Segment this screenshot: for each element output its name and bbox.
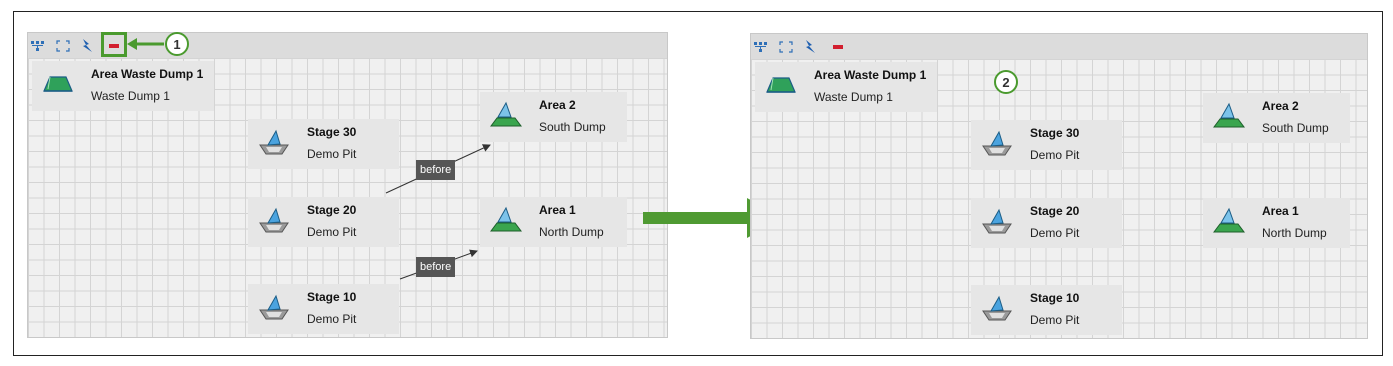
pit-stage-icon: [979, 206, 1015, 236]
node-title: Stage 10: [1030, 291, 1080, 305]
pit-stage-icon: [256, 205, 292, 235]
callout-arrow: [127, 38, 164, 50]
waste-dump-icon: [40, 69, 76, 99]
diagram-toolbar: [751, 34, 1367, 59]
node-stage-10[interactable]: Stage 10 Demo Pit: [248, 284, 399, 334]
node-stage-20[interactable]: Stage 20 Demo Pit: [248, 197, 399, 247]
node-area-2[interactable]: Area 2 South Dump: [480, 92, 627, 142]
callout-1: 1: [165, 32, 189, 56]
right-diagram-panel: Area Waste Dump 1 Waste Dump 1 Stage 30 …: [750, 33, 1368, 339]
pit-stage-icon: [256, 127, 292, 157]
node-subtitle: North Dump: [1262, 226, 1327, 240]
auto-layout-icon[interactable]: [802, 39, 818, 55]
node-area-1[interactable]: Area 1 North Dump: [480, 197, 627, 247]
node-title: Area 1: [539, 203, 576, 217]
dependency-tag-before[interactable]: before: [416, 257, 456, 277]
dump-area-icon: [1211, 101, 1247, 131]
node-title: Stage 20: [307, 203, 357, 217]
node-title: Stage 20: [1030, 204, 1080, 218]
dump-area-icon: [488, 205, 524, 235]
node-subtitle: Demo Pit: [1030, 313, 1080, 327]
pit-stage-icon: [979, 293, 1015, 323]
node-subtitle: Waste Dump 1: [91, 89, 170, 103]
node-title: Stage 30: [1030, 126, 1080, 140]
highlight-box: [101, 32, 127, 57]
node-subtitle: North Dump: [539, 225, 604, 239]
node-subtitle: Demo Pit: [1030, 226, 1080, 240]
left-diagram-panel: Area Waste Dump 1 Waste Dump 1 Stage 30 …: [27, 32, 668, 338]
dump-area-icon: [1211, 206, 1247, 236]
node-area-2[interactable]: Area 2 South Dump: [1203, 93, 1350, 143]
node-area-1[interactable]: Area 1 North Dump: [1203, 198, 1350, 248]
node-subtitle: Waste Dump 1: [814, 90, 893, 104]
dependency-tag-before[interactable]: before: [416, 160, 456, 180]
node-title: Area 1: [1262, 204, 1299, 218]
node-title: Stage 30: [307, 125, 357, 139]
node-title: Area 2: [539, 98, 576, 112]
node-subtitle: Demo Pit: [1030, 148, 1080, 162]
node-area-waste-dump-1[interactable]: Area Waste Dump 1 Waste Dump 1: [755, 62, 937, 112]
pit-stage-icon: [256, 292, 292, 322]
node-subtitle: South Dump: [539, 120, 606, 134]
waste-dump-icon: [763, 70, 799, 100]
pit-stage-icon: [979, 128, 1015, 158]
dump-area-icon: [488, 100, 524, 130]
node-stage-10[interactable]: Stage 10 Demo Pit: [971, 285, 1122, 335]
callout-2: 2: [994, 70, 1018, 94]
fit-view-icon[interactable]: [778, 39, 794, 55]
node-stage-30[interactable]: Stage 30 Demo Pit: [248, 119, 399, 169]
node-subtitle: Demo Pit: [307, 147, 357, 161]
node-title: Stage 10: [307, 290, 357, 304]
node-subtitle: Demo Pit: [307, 312, 357, 326]
node-area-waste-dump-1[interactable]: Area Waste Dump 1 Waste Dump 1: [32, 61, 214, 111]
node-subtitle: South Dump: [1262, 121, 1329, 135]
node-title: Area 2: [1262, 99, 1299, 113]
remove-dependency-icon[interactable]: [830, 39, 846, 55]
node-stage-30[interactable]: Stage 30 Demo Pit: [971, 120, 1122, 170]
node-title: Area Waste Dump 1: [814, 68, 927, 82]
node-stage-20[interactable]: Stage 20 Demo Pit: [971, 198, 1122, 248]
hierarchy-icon[interactable]: [753, 39, 769, 55]
node-subtitle: Demo Pit: [307, 225, 357, 239]
node-title: Area Waste Dump 1: [91, 67, 204, 81]
